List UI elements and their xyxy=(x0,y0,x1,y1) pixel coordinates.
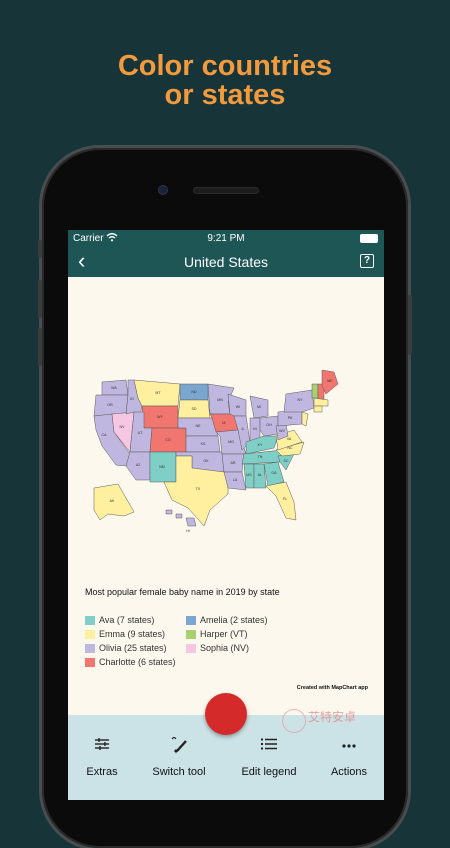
status-time: 9:21 PM xyxy=(207,233,245,244)
phone-power-button xyxy=(408,295,412,355)
map-label-hi: HI xyxy=(186,529,190,533)
map-label-wi: WI xyxy=(236,405,240,409)
map-label-ms: MS xyxy=(246,473,252,477)
map-label-az: AZ xyxy=(136,463,141,467)
legend-label: Charlotte (6 states) xyxy=(99,657,176,667)
help-icon[interactable]: ? xyxy=(360,254,374,268)
promo-headline-line1: Color countries xyxy=(117,50,333,82)
map-label-mo: MO xyxy=(228,440,234,444)
map-label-mt: MT xyxy=(155,391,161,395)
map-label-la: LA xyxy=(233,478,238,482)
legend-swatch xyxy=(85,616,95,625)
us-states-map[interactable]: WA OR CA NV ID MT WY UT AZ CO NM ND SD N… xyxy=(88,370,364,550)
map-label-nc: NC xyxy=(287,446,293,450)
page-title: United States xyxy=(183,254,269,270)
battery-icon xyxy=(360,234,378,243)
legend-title: Most popular female baby name in 2019 by… xyxy=(85,587,280,597)
map-label-ut: UT xyxy=(138,431,144,435)
state-fl xyxy=(265,481,297,521)
extras-button[interactable]: Extras xyxy=(74,715,130,800)
state-ct xyxy=(313,405,323,413)
map-label-ok: OK xyxy=(203,459,209,463)
map-label-in: IN xyxy=(253,427,257,431)
map-label-sd: SD xyxy=(192,407,197,411)
map-label-or: OR xyxy=(107,403,113,407)
map-label-ks: KS xyxy=(201,442,206,446)
watermark-text: 艾特安卓 xyxy=(308,710,357,724)
legend-swatch xyxy=(186,644,196,653)
list-icon xyxy=(234,737,304,755)
map-label-me: ME xyxy=(327,379,333,383)
map-label-fl: FL xyxy=(283,497,287,501)
legend-swatch xyxy=(85,630,95,639)
mapchart-credit: Created with MapChart app xyxy=(296,685,368,691)
legend-swatch xyxy=(186,616,196,625)
switch-tool-button[interactable]: Switch tool xyxy=(144,715,214,800)
map-label-va: VA xyxy=(287,437,292,441)
map-label-ia: IA xyxy=(222,421,226,425)
map-label-ne: NE xyxy=(196,424,202,428)
legend-label: Sophia (NV) xyxy=(200,643,250,653)
map-label-wv: WV xyxy=(279,429,285,433)
phone-silent-switch xyxy=(38,240,42,258)
brush-icon xyxy=(144,736,214,757)
extras-label: Extras xyxy=(86,766,118,778)
map-label-ga: GA xyxy=(271,471,277,475)
promo-headline-line2: or states xyxy=(164,79,286,111)
map-label-sc: SC xyxy=(284,459,289,463)
map-label-mn: MN xyxy=(217,398,223,402)
state-hi-3 xyxy=(185,517,197,527)
legend-swatch xyxy=(85,644,95,653)
map-label-ak: AK xyxy=(110,499,115,503)
nav-bar: ‹ United States ? xyxy=(68,247,384,277)
map-label-tn: TN xyxy=(258,455,263,459)
map-label-tx: TX xyxy=(196,487,201,491)
map-label-il: IL xyxy=(242,427,245,431)
switch-tool-label: Switch tool xyxy=(152,766,206,778)
status-bar: Carrier 9:21 PM xyxy=(68,230,384,247)
state-hi-2 xyxy=(175,513,183,519)
earpiece-speaker xyxy=(194,188,258,193)
state-vt xyxy=(311,383,319,399)
map-label-ny: NY xyxy=(298,398,304,402)
map-label-nm: NM xyxy=(159,465,165,469)
legend-label: Emma (9 states) xyxy=(99,629,166,639)
more-dots-icon xyxy=(320,737,378,753)
map-label-nv: NV xyxy=(120,425,126,429)
phone-volume-up xyxy=(38,280,42,318)
map-label-oh: OH xyxy=(266,423,272,427)
map-label-ky: KY xyxy=(258,443,263,447)
actions-button[interactable]: Actions xyxy=(320,715,378,800)
paint-color-button[interactable] xyxy=(205,693,247,735)
map-label-id: ID xyxy=(130,397,134,401)
map-label-mi: MI xyxy=(257,405,261,409)
edit-legend-label: Edit legend xyxy=(241,766,297,778)
watermark-logo xyxy=(282,709,306,733)
state-nj xyxy=(301,411,309,427)
state-ma xyxy=(313,397,329,407)
legend-label: Harper (VT) xyxy=(200,629,248,639)
legend-label: Olivia (25 states) xyxy=(99,643,167,653)
map-label-al: AL xyxy=(258,473,262,477)
actions-label: Actions xyxy=(330,766,368,778)
legend-label: Amelia (2 states) xyxy=(200,615,268,625)
legend-swatch xyxy=(186,630,196,639)
state-hi-1 xyxy=(165,509,173,515)
legend-label: Ava (7 states) xyxy=(99,615,155,625)
map-label-pa: PA xyxy=(288,416,293,420)
map-label-ca: CA xyxy=(102,433,108,437)
app-screen: Carrier 9:21 PM ‹ United States ? WA OR … xyxy=(68,230,384,800)
sliders-icon xyxy=(74,737,130,755)
map-label-wa: WA xyxy=(111,386,117,390)
map-label-wy: WY xyxy=(157,415,163,419)
legend-swatch xyxy=(85,658,95,667)
map-label-co: CO xyxy=(165,438,171,442)
front-camera xyxy=(159,186,167,194)
map-label-nd: ND xyxy=(191,390,197,394)
phone-volume-down xyxy=(38,328,42,366)
map-label-ar: AR xyxy=(231,461,236,465)
